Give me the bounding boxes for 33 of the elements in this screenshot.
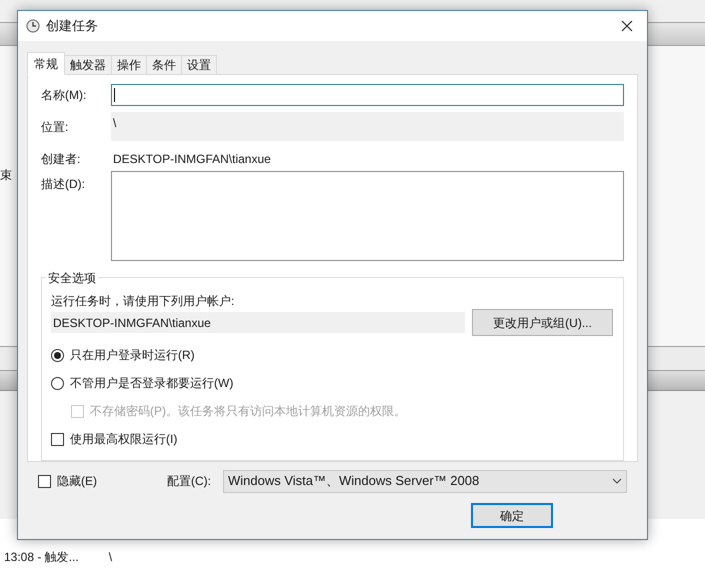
background-text: 束 (0, 167, 12, 184)
checkbox[interactable] (38, 474, 51, 488)
group-title: 安全选项 (46, 269, 98, 287)
radio-button[interactable] (51, 376, 64, 390)
chevron-down-icon (612, 478, 622, 484)
option-label: 使用最高权限运行(I) (70, 431, 178, 448)
tab[interactable]: 常规 (27, 52, 65, 75)
task-location: \ (108, 549, 112, 566)
clock-icon (26, 19, 40, 33)
account-field: DESKTOP-INMGFAN\tianxue (51, 312, 465, 333)
configure-label: 配置(C): (167, 473, 212, 490)
field-label: 描述(D): (41, 176, 86, 193)
name-input-field[interactable] (111, 84, 624, 106)
tab[interactable]: 设置 (181, 55, 217, 75)
field-label: 位置: (41, 119, 70, 136)
option-label: 不存储密码(P)。该任务将只有访问本地计算机资源的权限。 (90, 403, 406, 420)
option-label: 隐藏(E) (57, 473, 97, 490)
change-user-button[interactable]: 更改用户或组(U)... (472, 309, 613, 336)
location-field: \ (111, 112, 624, 141)
description-field[interactable] (111, 171, 624, 261)
option-label: 不管用户是否登录都要运行(W) (70, 375, 234, 392)
ok-button[interactable]: 确定 (471, 503, 553, 528)
configure-dropdown[interactable]: Windows Vista™、Windows Server™ 2008 (223, 470, 627, 492)
field-label: 创建者: (41, 151, 82, 168)
account-prompt: 运行任务时，请使用下列用户帐户: (51, 293, 236, 308)
author-value: DESKTOP-INMGFAN\tianxue (112, 151, 271, 168)
radio-button[interactable] (51, 348, 64, 362)
checkbox[interactable] (51, 432, 64, 446)
field-label: 名称(M): (41, 87, 88, 104)
option-label: 只在用户登录时运行(R) (70, 347, 195, 364)
task-time: 13:08 - 触发... (4, 549, 79, 566)
close-icon (621, 20, 633, 32)
window-title: 创建任务 (46, 17, 98, 36)
